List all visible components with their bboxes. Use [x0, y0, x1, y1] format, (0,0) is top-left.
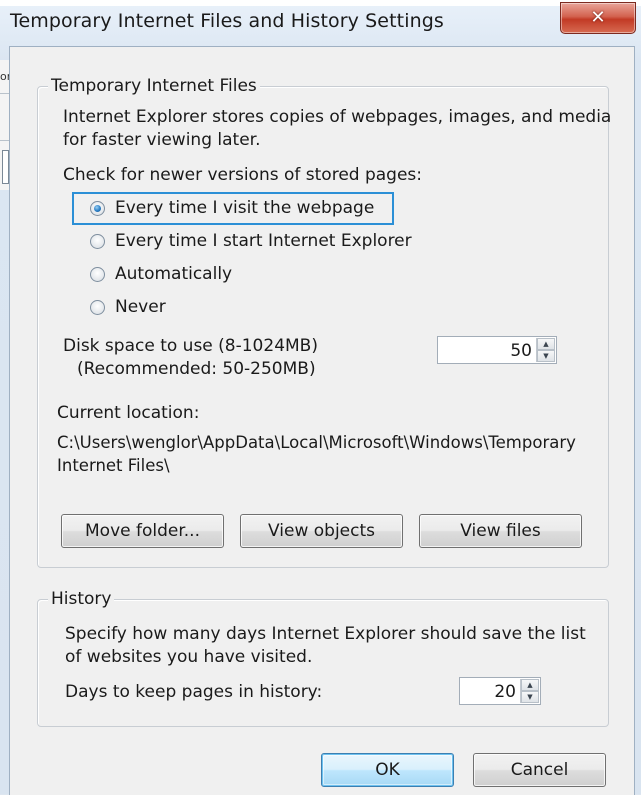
- radio-every-visit-label: Every time I visit the webpage: [115, 198, 375, 218]
- disk-space-spin-buttons: ▲ ▼: [536, 338, 555, 362]
- radio-every-start-label: Every time I start Internet Explorer: [115, 231, 412, 251]
- days-spin-buttons: ▲ ▼: [520, 679, 539, 703]
- view-objects-button[interactable]: View objects: [240, 514, 403, 548]
- current-location-path-line2: Internet Files\: [57, 456, 170, 475]
- disk-space-label-line1: Disk space to use (8-1024MB): [63, 336, 318, 356]
- disk-space-stepper[interactable]: 50 ▲ ▼: [437, 336, 557, 364]
- cancel-button[interactable]: Cancel: [473, 753, 606, 787]
- days-to-keep-value[interactable]: 20: [494, 682, 516, 702]
- window-title: Temporary Internet Files and History Set…: [10, 10, 444, 32]
- move-folder-button[interactable]: Move folder...: [61, 514, 224, 548]
- history-description-line1: Specify how many days Internet Explorer …: [65, 624, 586, 644]
- days-to-keep-stepper[interactable]: 20 ▲ ▼: [459, 677, 541, 705]
- radio-never[interactable]: Never: [90, 297, 190, 321]
- temporary-internet-files-caption: Temporary Internet Files: [48, 76, 260, 96]
- dialog-window: or Temporary Internet Files and History …: [0, 0, 641, 795]
- spin-up-icon[interactable]: ▲: [521, 679, 539, 691]
- spin-up-icon[interactable]: ▲: [537, 338, 555, 350]
- radio-every-visit[interactable]: Every time I visit the webpage: [90, 198, 390, 222]
- background-scroll-box: [2, 150, 9, 184]
- days-to-keep-label: Days to keep pages in history:: [65, 682, 323, 702]
- radio-unselected-icon[interactable]: [90, 267, 105, 282]
- close-button[interactable]: ✕: [560, 2, 636, 34]
- title-bar-edge: [0, 0, 641, 6]
- radio-selected-icon[interactable]: [90, 201, 105, 216]
- spin-down-icon[interactable]: ▼: [537, 350, 555, 362]
- disk-space-label-line2: (Recommended: 50-250MB): [77, 359, 316, 379]
- radio-every-start[interactable]: Every time I start Internet Explorer: [90, 231, 412, 255]
- close-icon: ✕: [590, 7, 606, 28]
- history-caption: History: [48, 589, 115, 609]
- ok-button[interactable]: OK: [321, 753, 454, 787]
- current-location-label: Current location:: [57, 403, 200, 423]
- radio-automatically-label: Automatically: [115, 264, 233, 284]
- view-files-button[interactable]: View files: [419, 514, 582, 548]
- radio-unselected-icon[interactable]: [90, 234, 105, 249]
- temporary-internet-files-group: [37, 86, 609, 568]
- radio-unselected-icon[interactable]: [90, 300, 105, 315]
- divider: [0, 140, 9, 141]
- temp-files-description-line2: for faster viewing later.: [63, 130, 261, 150]
- divider: [0, 93, 9, 94]
- disk-space-value[interactable]: 50: [510, 341, 532, 361]
- radio-automatically[interactable]: Automatically: [90, 264, 250, 288]
- temp-files-description-line1: Internet Explorer stores copies of webpa…: [63, 107, 612, 127]
- current-location-path-line1: C:\Users\wenglor\AppData\Local\Microsoft…: [57, 433, 576, 452]
- radio-never-label: Never: [115, 297, 166, 317]
- spin-down-icon[interactable]: ▼: [521, 691, 539, 703]
- history-description-line2: of websites you have visited.: [65, 647, 313, 667]
- check-newer-versions-label: Check for newer versions of stored pages…: [63, 165, 423, 185]
